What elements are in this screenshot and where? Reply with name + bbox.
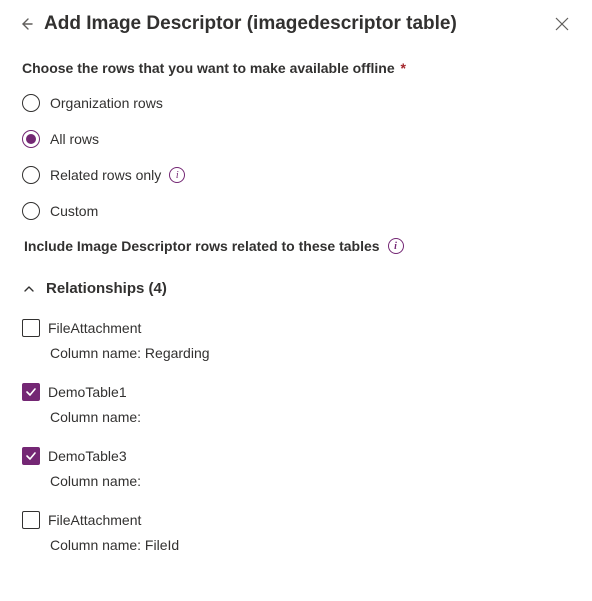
dialog-root: Add Image Descriptor (imagedescriptor ta… (0, 0, 592, 601)
radio-label: Custom (50, 203, 98, 219)
radio-icon (22, 94, 40, 112)
info-icon[interactable]: i (388, 238, 404, 254)
prompt-label: Choose the rows that you want to make av… (22, 60, 576, 76)
radio-all-rows[interactable]: All rows (22, 130, 576, 148)
radio-label: All rows (50, 131, 99, 147)
required-marker: * (401, 60, 406, 76)
relationship-column-label: Column name: (50, 473, 576, 489)
relationship-row[interactable]: DemoTable1 (22, 383, 576, 401)
relationships-title: Relationships (4) (46, 280, 167, 297)
radio-icon (22, 166, 40, 184)
relationship-row[interactable]: DemoTable3 (22, 447, 576, 465)
row-scope-radio-group: Organization rows All rows Related rows … (22, 94, 576, 220)
arrow-left-icon (18, 16, 34, 32)
radio-custom[interactable]: Custom (22, 202, 576, 220)
checkbox[interactable] (22, 383, 40, 401)
relationship-item: DemoTable3 Column name: (22, 447, 576, 489)
radio-related-rows-only[interactable]: Related rows only i (22, 166, 576, 184)
relationship-column-label: Column name: Regarding (50, 345, 576, 361)
back-button[interactable] (16, 14, 36, 34)
radio-label: Related rows only (50, 167, 161, 183)
relationship-item: DemoTable1 Column name: (22, 383, 576, 425)
dialog-title: Add Image Descriptor (imagedescriptor ta… (44, 13, 548, 35)
radio-label: Organization rows (50, 95, 163, 111)
close-icon (555, 17, 569, 31)
relationship-item: FileAttachment Column name: Regarding (22, 319, 576, 361)
chevron-up-icon (22, 282, 36, 296)
checkbox[interactable] (22, 319, 40, 337)
checkbox[interactable] (22, 447, 40, 465)
check-icon (25, 450, 37, 462)
relationship-name: DemoTable3 (48, 448, 127, 464)
relationship-item: FileAttachment Column name: FileId (22, 511, 576, 553)
subhead-text: Include Image Descriptor rows related to… (24, 238, 380, 254)
relationship-row[interactable]: FileAttachment (22, 319, 576, 337)
radio-organization-rows[interactable]: Organization rows (22, 94, 576, 112)
close-button[interactable] (548, 10, 576, 38)
relationship-row[interactable]: FileAttachment (22, 511, 576, 529)
relationships-list: FileAttachment Column name: Regarding De… (22, 319, 576, 553)
radio-icon (22, 130, 40, 148)
relationships-section-toggle[interactable]: Relationships (4) (22, 280, 576, 297)
relationship-column-label: Column name: (50, 409, 576, 425)
include-related-subhead: Include Image Descriptor rows related to… (24, 238, 576, 254)
relationship-column-label: Column name: FileId (50, 537, 576, 553)
check-icon (25, 386, 37, 398)
dialog-header: Add Image Descriptor (imagedescriptor ta… (16, 10, 576, 38)
relationship-name: FileAttachment (48, 512, 141, 528)
relationship-name: FileAttachment (48, 320, 141, 336)
radio-icon (22, 202, 40, 220)
relationship-name: DemoTable1 (48, 384, 127, 400)
prompt-text: Choose the rows that you want to make av… (22, 60, 395, 76)
checkbox[interactable] (22, 511, 40, 529)
info-icon[interactable]: i (169, 167, 185, 183)
